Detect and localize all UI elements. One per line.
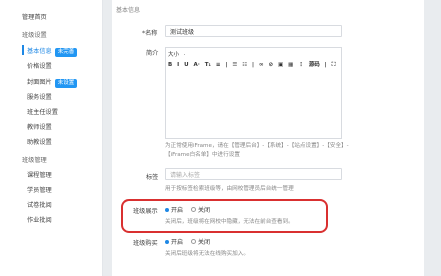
ordered-list-icon[interactable]: ☰ — [232, 62, 237, 68]
editor-toolbar-row2: B I U A· T₁ ≡ | ☰ ☷ | ∞ ⊘ ▣ ▦ ⋮ 源码 | ⛶ — [168, 60, 338, 69]
tags-help-text: 用于按标签检索班级等，由网校管理员后台统一管理 — [165, 186, 294, 192]
sidebar-item-students[interactable]: 学员管理 — [27, 185, 52, 194]
chevron-down-icon[interactable]: · — [184, 52, 186, 58]
underline-icon[interactable]: U — [184, 62, 188, 68]
sidebar-item-courses[interactable]: 课程管理 — [27, 170, 52, 179]
intro-help-text: 为正常使用iFrame，请在【管理后台】-【系统】-【站点设置】-【安全】-【i… — [165, 143, 349, 158]
radio-unchecked-icon — [191, 239, 197, 244]
sidebar: 管理首页 班级设置 基本信息 未完善 价格设置 封面图片 未设置 服务设置 班主任设… — [0, 0, 103, 276]
clear-format-icon[interactable]: T₁ — [205, 62, 211, 68]
section-title: 基本信息 — [116, 7, 141, 14]
tags-label: 标签 — [146, 174, 159, 181]
image-icon[interactable]: ▣ — [278, 62, 283, 68]
sidebar-item-homework-review[interactable]: 作业批阅 — [27, 215, 52, 224]
unordered-list-icon[interactable]: ☷ — [242, 62, 247, 68]
more-icon[interactable]: ⋮ — [298, 62, 304, 68]
toolbar-divider: | — [324, 62, 327, 68]
rich-text-editor[interactable]: 大小 · B I U A· T₁ ≡ | ☰ ☷ | ∞ ⊘ ▣ ▦ ⋮ 源码 … — [165, 47, 342, 139]
sidebar-item-label: 基本信息 — [27, 48, 52, 55]
sidebar-item-assistant[interactable]: 助教设置 — [27, 137, 52, 146]
fullscreen-icon[interactable]: ⛶ — [332, 62, 336, 68]
buy-label: 班级购买 — [133, 240, 158, 247]
sidebar-item-home[interactable]: 管理首页 — [22, 12, 47, 21]
font-color-icon[interactable]: A· — [193, 62, 199, 68]
toolbar-divider: | — [252, 62, 255, 68]
buy-radio-group: 开启 关闭 — [165, 237, 218, 246]
italic-icon[interactable]: I — [177, 62, 179, 68]
sidebar-item-head-teacher[interactable]: 班主任设置 — [27, 107, 58, 116]
buy-help-text: 关闭后班级将无法在线购买加入。 — [165, 251, 249, 257]
toolbar-divider: | — [225, 62, 228, 68]
editor-toolbar-row1: 大小 · — [168, 50, 189, 58]
radio-label: 开启 — [171, 239, 184, 246]
status-badge: 未完善 — [54, 48, 78, 57]
radio-label: 关闭 — [198, 239, 211, 246]
name-input[interactable]: 测试班级 — [165, 25, 342, 37]
name-label: *名称 — [142, 30, 158, 37]
sidebar-item-basic-info[interactable]: 基本信息 未完善 — [27, 46, 78, 57]
sidebar-item-service[interactable]: 服务设置 — [27, 92, 52, 101]
source-code-button[interactable]: 源码 — [309, 62, 320, 68]
tags-input[interactable]: 请输入标签 — [165, 168, 342, 180]
buy-off-radio[interactable]: 关闭 — [191, 237, 210, 246]
sidebar-item-exam-review[interactable]: 试卷批阅 — [27, 200, 52, 209]
status-badge: 未设置 — [54, 79, 78, 88]
sidebar-item-cover[interactable]: 封面图片 未设置 — [27, 77, 78, 88]
highlight-box — [121, 199, 328, 233]
sidebar-item-teacher[interactable]: 教师设置 — [27, 122, 52, 131]
link-icon[interactable]: ∞ — [259, 62, 264, 68]
intro-label: 简介 — [146, 50, 159, 57]
sidebar-item-price[interactable]: 价格设置 — [27, 61, 52, 70]
sidebar-group-manage: 班级管理 — [22, 157, 47, 164]
sidebar-group-settings: 班级设置 — [22, 32, 47, 39]
font-size-select[interactable]: 大小 — [168, 52, 179, 58]
sidebar-item-label: 封面图片 — [27, 79, 52, 86]
unlink-icon[interactable]: ⊘ — [269, 62, 274, 68]
bold-icon[interactable]: B — [168, 62, 172, 68]
table-icon[interactable]: ▦ — [288, 62, 293, 68]
radio-checked-icon — [165, 239, 169, 244]
align-icon[interactable]: ≡ — [216, 62, 221, 68]
buy-on-radio[interactable]: 开启 — [165, 237, 183, 246]
active-indicator — [22, 45, 24, 55]
